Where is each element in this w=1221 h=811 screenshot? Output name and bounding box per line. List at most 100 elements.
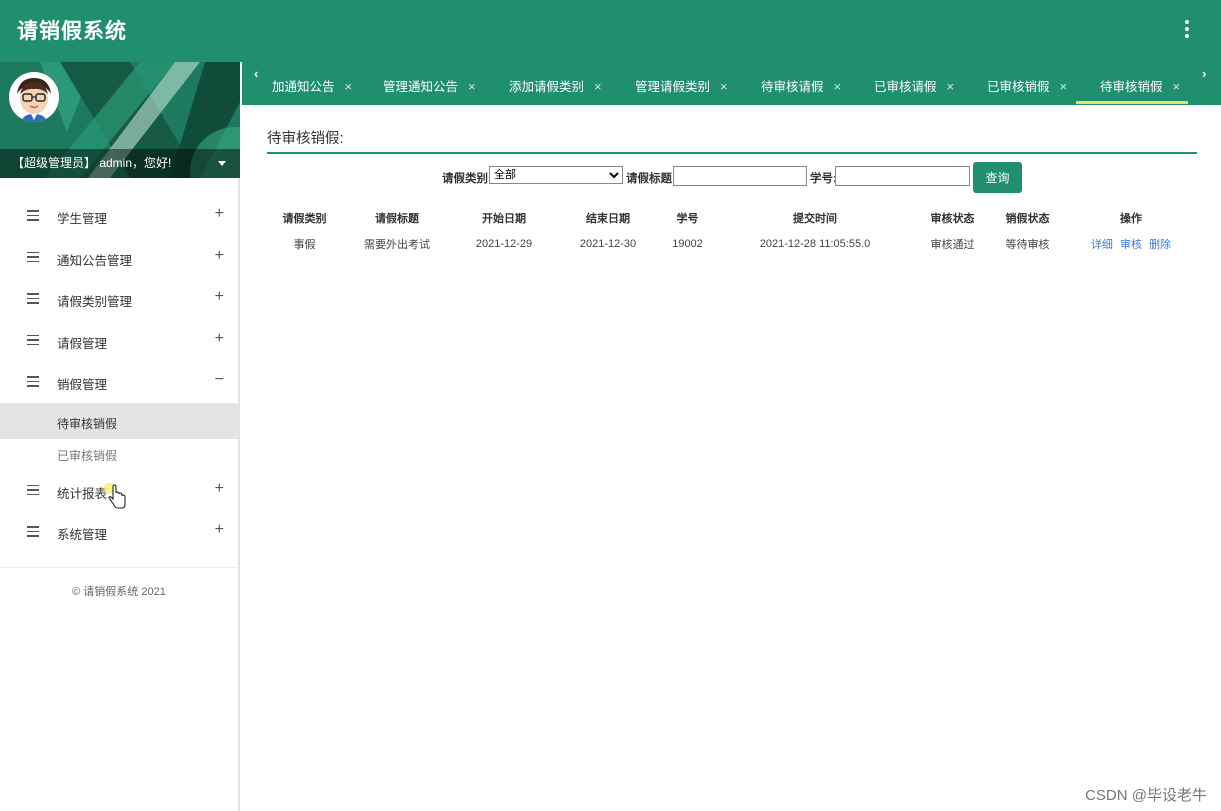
cell-start-date: 2021-12-29 — [475, 238, 533, 250]
tab-pending-leave[interactable]: 待审核请假 × — [761, 76, 841, 95]
search-bar: 请假类别: 全部 请假标题: 学号: 查询 — [242, 162, 1221, 194]
hamburger-icon — [27, 376, 39, 390]
delete-link[interactable]: 删除 — [1149, 239, 1171, 251]
divider — [0, 567, 238, 568]
copyright: © 请销假系统 2021 — [72, 586, 166, 598]
tab-pending-cancel[interactable]: 待审核销假 × — [1100, 76, 1180, 95]
cell-submitted-time: 2021-12-28 11:05:55.0 — [759, 238, 871, 250]
sidebar-item-system[interactable]: 系统管理 + — [0, 511, 238, 553]
close-icon[interactable]: × — [345, 79, 353, 94]
cell-category: 事假 — [293, 239, 316, 251]
chevron-left-icon[interactable]: ‹ — [254, 66, 258, 81]
close-icon[interactable]: × — [834, 79, 842, 94]
column-header: 请假类别 — [282, 213, 327, 225]
sidebar-item-leave-category[interactable]: 请假类别管理 + — [0, 278, 238, 320]
column-header: 结束日期 — [586, 213, 630, 225]
tab-add-leave-category[interactable]: 添加请假类别 × — [509, 76, 602, 95]
query-button[interactable]: 查询 — [973, 162, 1022, 193]
tab-label: 已审核请假 — [874, 80, 937, 94]
user-greeting-text: 【超级管理员】 admin，您好! — [12, 156, 172, 170]
table-header-row: 请假类别 请假标题 开始日期 结束日期 学号 提交时间 审核状态 销假状态 操作 — [267, 205, 1197, 231]
sidebar-item-label: 系统管理 — [57, 528, 108, 542]
cell-end-date: 2021-12-30 — [579, 238, 637, 250]
title-underline — [267, 152, 1197, 154]
close-icon[interactable]: × — [594, 79, 602, 94]
tab-label: 已审核销假 — [987, 80, 1050, 94]
app-title: 请销假系统 — [17, 20, 127, 43]
sidebar-item-leave[interactable]: 请假管理 + — [0, 320, 238, 362]
chevron-right-icon[interactable]: › — [1202, 66, 1206, 81]
avatar[interactable] — [9, 72, 59, 122]
tabs-bar: ‹ 加通知公告 × 管理通知公告 × 添加请假类别 × 管理请假类别 × 待审核请假 × … — [242, 62, 1221, 105]
cell-operations: 详细 审核 删除 — [1065, 231, 1197, 257]
sidebar-item-cancel-leave[interactable]: 销假管理 − — [0, 361, 238, 403]
sidebar: 【超级管理员】 admin，您好! 学生管理 + 通知公告管理 + 请假类别管理… — [0, 62, 240, 811]
expand-icon[interactable]: + — [215, 480, 224, 498]
hamburger-icon — [27, 484, 39, 499]
profile-panel: 【超级管理员】 admin，您好! — [0, 62, 240, 178]
sidebar-subitem-reviewed-cancel[interactable]: 已审核销假 — [0, 439, 238, 470]
more-vert-icon[interactable] — [1183, 20, 1191, 42]
cell-student-no: 19002 — [672, 238, 703, 250]
tab-manage-notice[interactable]: 管理通知公告 × — [383, 76, 476, 95]
column-header: 请假标题 — [375, 213, 419, 225]
cell-review-status: 审核通过 — [930, 239, 975, 251]
tab-label: 添加请假类别 — [509, 80, 585, 94]
watermark: CSDN @毕设老牛 — [1085, 787, 1207, 804]
close-icon[interactable]: × — [468, 79, 476, 94]
user-greeting[interactable]: 【超级管理员】 admin，您好! — [0, 149, 240, 178]
tab-reviewed-leave[interactable]: 已审核请假 × — [874, 76, 954, 95]
sidebar-item-student[interactable]: 学生管理 + — [0, 195, 238, 237]
title-label: 请假标题: — [626, 173, 676, 185]
top-header: 请销假系统 — [0, 0, 1221, 62]
hamburger-icon — [27, 526, 39, 540]
hamburger-icon — [27, 293, 39, 307]
review-link[interactable]: 审核 — [1120, 239, 1142, 251]
close-icon[interactable]: × — [1173, 79, 1181, 94]
tab-label: 管理通知公告 — [383, 80, 459, 94]
sidebar-item-label: 统计报表 — [57, 486, 108, 501]
hamburger-icon — [27, 210, 39, 224]
tab-label: 待审核请假 — [761, 80, 824, 94]
column-header: 学号 — [676, 213, 699, 225]
close-icon[interactable]: × — [1060, 79, 1068, 94]
expand-icon[interactable]: + — [215, 247, 224, 265]
data-table: 请假类别 请假标题 开始日期 结束日期 学号 提交时间 审核状态 销假状态 操作… — [267, 205, 1197, 257]
expand-icon[interactable]: + — [215, 521, 224, 539]
sidebar-item-label: 请假管理 — [57, 336, 108, 351]
expand-icon[interactable]: + — [215, 288, 224, 306]
page-title: 待审核销假: — [267, 131, 344, 147]
category-label: 请假类别: — [442, 173, 492, 185]
cell-title: 需要外出考试 — [364, 239, 430, 251]
sidebar-subitem-pending-cancel[interactable]: 待审核销假 — [0, 402, 238, 439]
title-input[interactable] — [673, 166, 807, 186]
sidebar-item-label: 请假类别管理 — [57, 295, 133, 309]
column-header: 审核状态 — [930, 213, 975, 225]
column-header: 提交时间 — [793, 213, 837, 225]
tab-add-notice[interactable]: 加通知公告 × — [272, 76, 352, 95]
sidebar-subitem-label: 已审核销假 — [57, 448, 118, 463]
tab-manage-leave-category[interactable]: 管理请假类别 × — [635, 76, 728, 95]
active-tab-indicator — [1076, 101, 1188, 104]
cell-cancel-status: 等待审核 — [1005, 239, 1050, 251]
expand-icon[interactable]: + — [215, 330, 224, 348]
tab-reviewed-cancel[interactable]: 已审核销假 × — [987, 76, 1067, 95]
collapse-icon[interactable]: − — [215, 371, 224, 389]
column-header: 销假状态 — [1005, 213, 1050, 225]
close-icon[interactable]: × — [947, 79, 955, 94]
student-no-label: 学号: — [810, 173, 837, 185]
hamburger-icon — [27, 334, 39, 349]
student-no-input[interactable] — [835, 166, 970, 186]
column-header: 操作 — [1120, 213, 1142, 225]
category-select[interactable]: 全部 — [489, 166, 623, 184]
close-icon[interactable]: × — [720, 79, 728, 94]
hand-pointer-icon — [104, 483, 126, 509]
expand-icon[interactable]: + — [215, 205, 224, 223]
caret-down-icon[interactable] — [218, 161, 226, 166]
sidebar-item-notice[interactable]: 通知公告管理 + — [0, 237, 238, 279]
tab-label: 管理请假类别 — [635, 80, 711, 94]
detail-link[interactable]: 详细 — [1091, 239, 1113, 251]
sidebar-item-label: 学生管理 — [57, 212, 108, 226]
tab-label: 加通知公告 — [272, 80, 335, 94]
hamburger-icon — [27, 251, 39, 266]
